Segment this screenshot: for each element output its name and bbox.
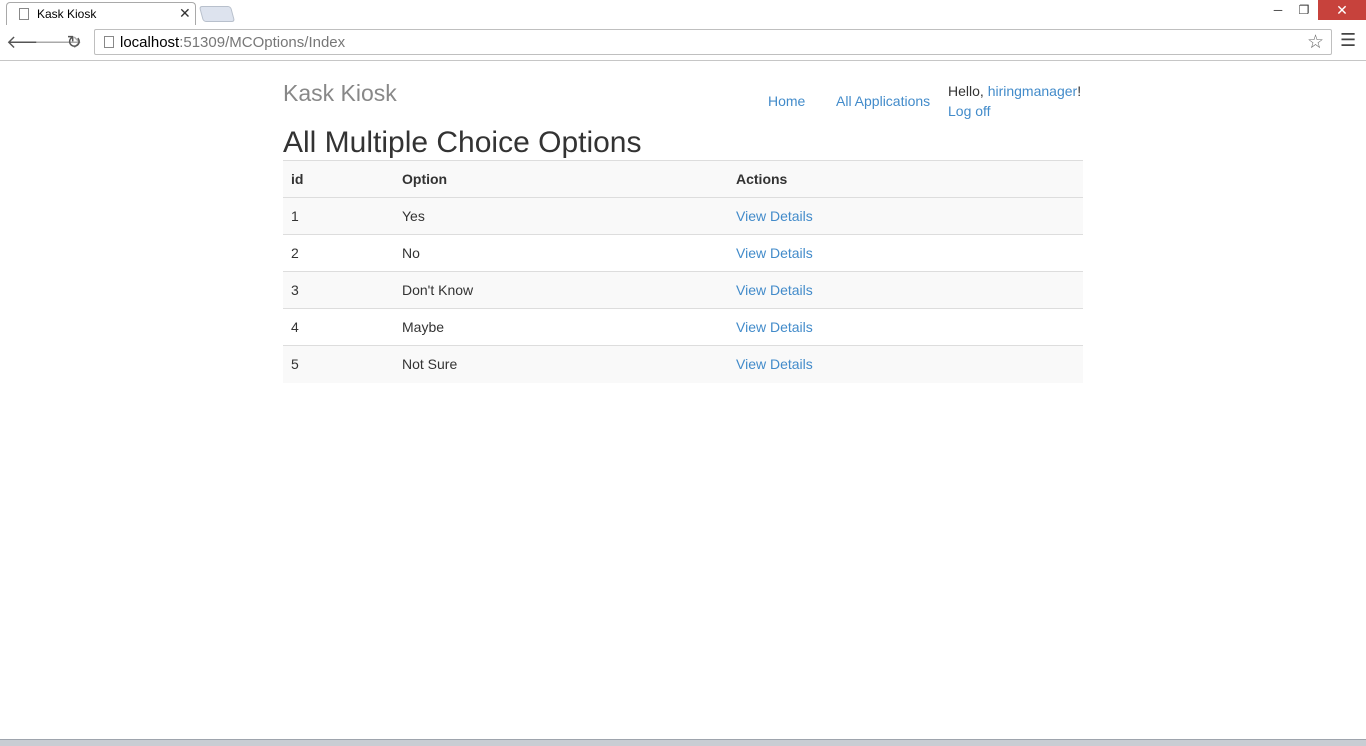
cell-actions: View Details — [728, 345, 1083, 383]
header-actions: Actions — [728, 160, 1083, 198]
tab-title: Kask Kiosk — [37, 7, 97, 21]
forward-arrow-icon[interactable]: 🡒 — [34, 31, 82, 53]
logoff-link[interactable]: Log off — [948, 103, 991, 119]
view-details-link[interactable]: View Details — [736, 319, 813, 335]
tab-close-icon[interactable]: ✕ — [179, 5, 191, 22]
document-icon — [19, 8, 29, 20]
nav-home-link[interactable]: Home — [768, 93, 805, 109]
view-details-link[interactable]: View Details — [736, 245, 813, 261]
header-option: Option — [394, 160, 728, 198]
cell-id: 4 — [283, 308, 394, 346]
os-taskbar — [0, 739, 1366, 746]
cell-option: No — [394, 234, 728, 272]
greeting: Hello, hiringmanager! — [948, 83, 1081, 99]
cell-id: 3 — [283, 271, 394, 309]
page-title: All Multiple Choice Options — [283, 126, 642, 159]
browser-titlebar: Kask Kiosk ✕ ─ ❐ ✕ — [0, 0, 1366, 25]
cell-actions: View Details — [728, 234, 1083, 272]
url-path: :51309/MCOptions/Index — [179, 34, 346, 51]
url-text: localhost:51309/MCOptions/Index — [120, 34, 345, 51]
table-row: 4 Maybe View Details — [283, 308, 1083, 346]
table-row: 5 Not Sure View Details — [283, 345, 1083, 383]
url-host: localhost — [120, 34, 180, 51]
cell-id: 1 — [283, 197, 394, 235]
table-row: 2 No View Details — [283, 234, 1083, 272]
cell-option: Maybe — [394, 308, 728, 346]
cell-option: Yes — [394, 197, 728, 235]
page-icon — [104, 36, 114, 48]
header-id: id — [283, 160, 394, 198]
greeting-prefix: Hello, — [948, 83, 988, 99]
username-link[interactable]: hiringmanager — [988, 83, 1078, 99]
browser-toolbar: 🡐 🡒 ↻ localhost:51309/MCOptions/Index ☆ … — [0, 25, 1366, 61]
greeting-suffix: ! — [1077, 83, 1082, 99]
cell-actions: View Details — [728, 197, 1083, 235]
cell-option: Don't Know — [394, 271, 728, 309]
view-details-link[interactable]: View Details — [736, 208, 813, 224]
view-details-link[interactable]: View Details — [736, 282, 813, 298]
brand-link[interactable]: Kask Kiosk — [283, 80, 397, 107]
new-tab-button[interactable] — [198, 6, 236, 22]
cell-id: 5 — [283, 345, 394, 383]
table-header-row: id Option Actions — [283, 160, 1083, 198]
nav-all-applications-link[interactable]: All Applications — [836, 93, 930, 109]
window-close-icon[interactable]: ✕ — [1318, 0, 1366, 20]
back-arrow-icon[interactable]: 🡐 — [6, 31, 54, 53]
table-row: 1 Yes View Details — [283, 197, 1083, 235]
hamburger-menu-icon[interactable]: ☰ — [1340, 30, 1356, 51]
restore-icon[interactable]: ❐ — [1290, 0, 1318, 20]
view-details-link[interactable]: View Details — [736, 356, 813, 372]
minimize-icon[interactable]: ─ — [1264, 0, 1292, 20]
browser-tab[interactable]: Kask Kiosk ✕ — [6, 2, 196, 25]
table-row: 3 Don't Know View Details — [283, 271, 1083, 309]
cell-id: 2 — [283, 234, 394, 272]
reload-icon[interactable]: ↻ — [63, 31, 85, 53]
cell-actions: View Details — [728, 308, 1083, 346]
cell-option: Not Sure — [394, 345, 728, 383]
cell-actions: View Details — [728, 271, 1083, 309]
options-table: id Option Actions 1 Yes View Details 2 N… — [283, 160, 1083, 383]
address-bar[interactable]: localhost:51309/MCOptions/Index ☆ — [94, 29, 1332, 55]
star-icon[interactable]: ☆ — [1307, 31, 1324, 54]
